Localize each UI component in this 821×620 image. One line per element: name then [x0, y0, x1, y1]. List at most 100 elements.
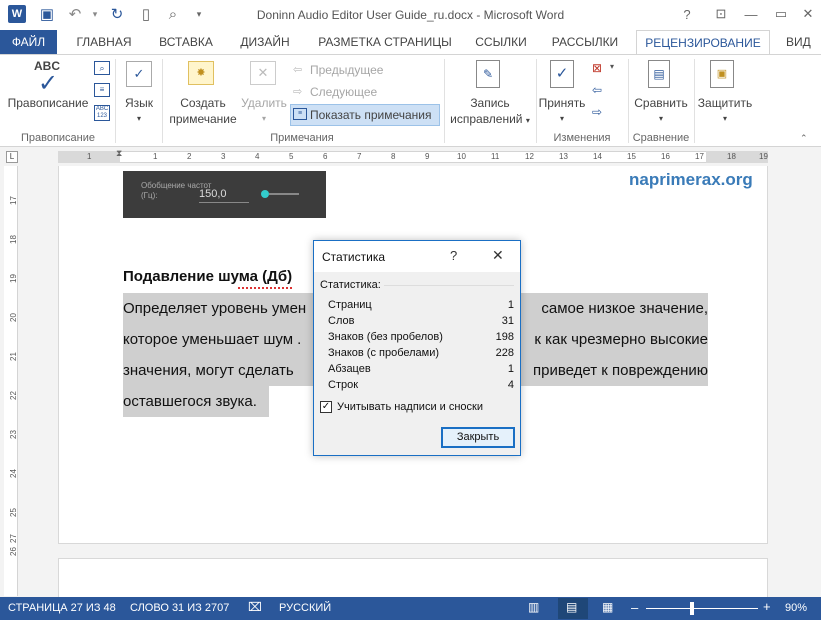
compare-button[interactable]: Сравнить — [630, 95, 692, 111]
track-dropdown-icon[interactable]: ▾ — [526, 116, 530, 125]
tab-layout[interactable]: РАЗМЕТКА СТРАНИЦЫ — [310, 30, 460, 54]
include-textboxes-checkbox[interactable]: ✓ — [320, 401, 332, 413]
language-button[interactable]: Язык — [120, 95, 158, 111]
tab-view[interactable]: ВИД — [778, 30, 821, 54]
body-line-1-right: самое низкое значение, — [521, 293, 708, 324]
ruler-tick: 6 — [323, 152, 328, 161]
ruler-tick: 24 — [8, 469, 18, 478]
print-layout-icon[interactable]: ▤ — [566, 600, 577, 614]
compare-dropdown-icon[interactable]: ▾ — [630, 111, 692, 127]
close-icon[interactable]: ✕ — [797, 4, 819, 24]
read-mode-icon[interactable]: ▥ — [528, 600, 539, 614]
accept-button[interactable]: Принять — [536, 95, 588, 111]
vertical-ruler[interactable]: 17 18 19 20 21 22 23 24 25 26 27 — [4, 166, 18, 596]
ribbon-tabs: ФАЙЛ ГЛАВНАЯ ВСТАВКА ДИЗАЙН РАЗМЕТКА СТР… — [0, 30, 821, 55]
stat-row: Страниц 1 — [328, 299, 518, 311]
next-change-icon[interactable]: ⇨ — [592, 105, 602, 119]
next-comment-button[interactable]: Следующее — [310, 84, 377, 100]
reject-dropdown-icon[interactable]: ▾ — [610, 62, 614, 71]
tab-review[interactable]: РЕЦЕНЗИРОВАНИЕ — [636, 30, 770, 55]
word-count-icon[interactable]: ABC 123 — [94, 105, 110, 121]
proofing-status-icon[interactable]: ⌧ — [248, 600, 262, 614]
stat-value: 4 — [507, 379, 514, 391]
ruler-tick: 11 — [491, 152, 500, 161]
ruler-tick: 17 — [8, 196, 18, 205]
previous-change-icon[interactable]: ⇦ — [592, 83, 602, 97]
track-changes-icon: ✎ — [476, 60, 500, 88]
group-comments-label: Примечания — [270, 132, 334, 144]
accept-icon: ✓ — [550, 60, 574, 88]
dialog-section-rule — [384, 285, 514, 286]
research-icon[interactable]: ⌕ — [94, 61, 110, 75]
ruler-tick: 19 — [8, 274, 18, 283]
tab-mailings[interactable]: РАССЫЛКИ — [546, 30, 624, 54]
stat-value: 198 — [495, 331, 514, 343]
protect-dropdown-icon[interactable]: ▾ — [694, 111, 756, 127]
reject-icon[interactable]: ⊠ — [592, 61, 602, 75]
show-comments-button[interactable]: Показать примечания — [310, 107, 432, 123]
dialog-close-icon[interactable]: ✕ — [492, 247, 504, 264]
dialog-close-button[interactable]: Закрыть — [441, 427, 515, 448]
tab-file[interactable]: ФАЙЛ — [0, 30, 57, 54]
prev-comment-button[interactable]: Предыдущее — [310, 62, 383, 78]
thesaurus-icon[interactable]: ≡ — [94, 83, 110, 97]
document-page-next[interactable] — [58, 558, 768, 598]
ruler-tick: 20 — [8, 313, 18, 322]
stat-label: Знаков (без пробелов) — [328, 331, 443, 343]
tab-insert[interactable]: ВСТАВКА — [150, 30, 222, 54]
tab-design[interactable]: ДИЗАЙН — [232, 30, 298, 54]
language-dropdown-icon[interactable]: ▾ — [120, 111, 158, 127]
spelling-button[interactable]: Правописание — [6, 95, 90, 111]
track-label-1: Запись — [470, 96, 510, 110]
tab-references[interactable]: ССЫЛКИ — [470, 30, 532, 54]
new-comment-button[interactable]: Создать примечание — [166, 95, 240, 127]
stat-label: Знаков (с пробелами) — [328, 347, 440, 359]
delete-comment-button[interactable]: Удалить — [240, 95, 288, 111]
maximize-icon[interactable]: ▭ — [770, 4, 792, 24]
embedded-screenshot: Обобщение частот (Гц): 150,0 — [123, 171, 326, 218]
stat-label: Абзацев — [328, 363, 371, 375]
dialog-help-button[interactable]: ? — [450, 248, 457, 263]
ruler-tick: 22 — [8, 391, 18, 400]
zoom-level[interactable]: 90% — [785, 602, 807, 614]
slider-thumb — [261, 190, 269, 198]
ruler-tick: 4 — [255, 152, 260, 161]
ribbon-display-icon[interactable]: ⊡ — [710, 4, 732, 24]
tab-home[interactable]: ГЛАВНАЯ — [66, 30, 142, 54]
accept-dropdown-icon[interactable]: ▾ — [536, 111, 588, 127]
dialog-section-label: Статистика: — [320, 279, 381, 291]
status-page[interactable]: СТРАНИЦА 27 ИЗ 48 — [8, 602, 116, 614]
zoom-out-icon[interactable]: – — [631, 600, 638, 615]
zoom-slider-track[interactable] — [646, 608, 758, 609]
indent-marker-icon[interactable]: ⧗ — [116, 148, 122, 159]
stat-row: Знаков (без пробелов) 198 — [328, 331, 518, 343]
status-bar: СТРАНИЦА 27 ИЗ 48 СЛОВО 31 ИЗ 2707 ⌧ РУС… — [0, 597, 821, 620]
body-line-3: значения, могут сделать — [123, 355, 318, 386]
ruler-tick: 3 — [221, 152, 226, 161]
ruler-tick: 17 — [695, 152, 704, 161]
ruler-tick: 18 — [727, 152, 736, 161]
spell-check-icon: ✓ — [38, 70, 59, 97]
status-words[interactable]: СЛОВО 31 ИЗ 2707 — [130, 602, 229, 614]
protect-button[interactable]: Защитить — [694, 95, 756, 111]
group-separator — [444, 59, 445, 143]
web-layout-icon[interactable]: ▦ — [602, 600, 613, 614]
minimize-icon[interactable]: — — [740, 4, 762, 24]
group-compare-label: Сравнение — [632, 132, 690, 144]
status-language[interactable]: РУССКИЙ — [279, 602, 331, 614]
zoom-slider-thumb[interactable] — [690, 602, 694, 615]
zoom-in-icon[interactable]: + — [763, 599, 771, 614]
body-line-4: оставшегося звука. — [123, 386, 269, 417]
prev-comment-icon: ⇦ — [293, 64, 303, 76]
collapse-ribbon-icon[interactable]: ⌃ — [800, 133, 808, 144]
stat-row: Слов 31 — [328, 315, 518, 327]
stat-row: Абзацев 1 — [328, 363, 518, 375]
group-separator — [628, 59, 629, 143]
ruler-tick: 19 — [759, 152, 768, 161]
track-changes-button[interactable]: Запись исправлений ▾ — [448, 95, 532, 129]
help-button[interactable]: ? — [676, 4, 698, 24]
tab-selector-icon[interactable]: L — [6, 151, 18, 163]
group-proofing-label: Правописание — [20, 132, 96, 144]
body-line-2-right: к как чрезмерно высокие — [521, 324, 708, 355]
delete-dropdown-icon[interactable]: ▾ — [240, 111, 288, 127]
